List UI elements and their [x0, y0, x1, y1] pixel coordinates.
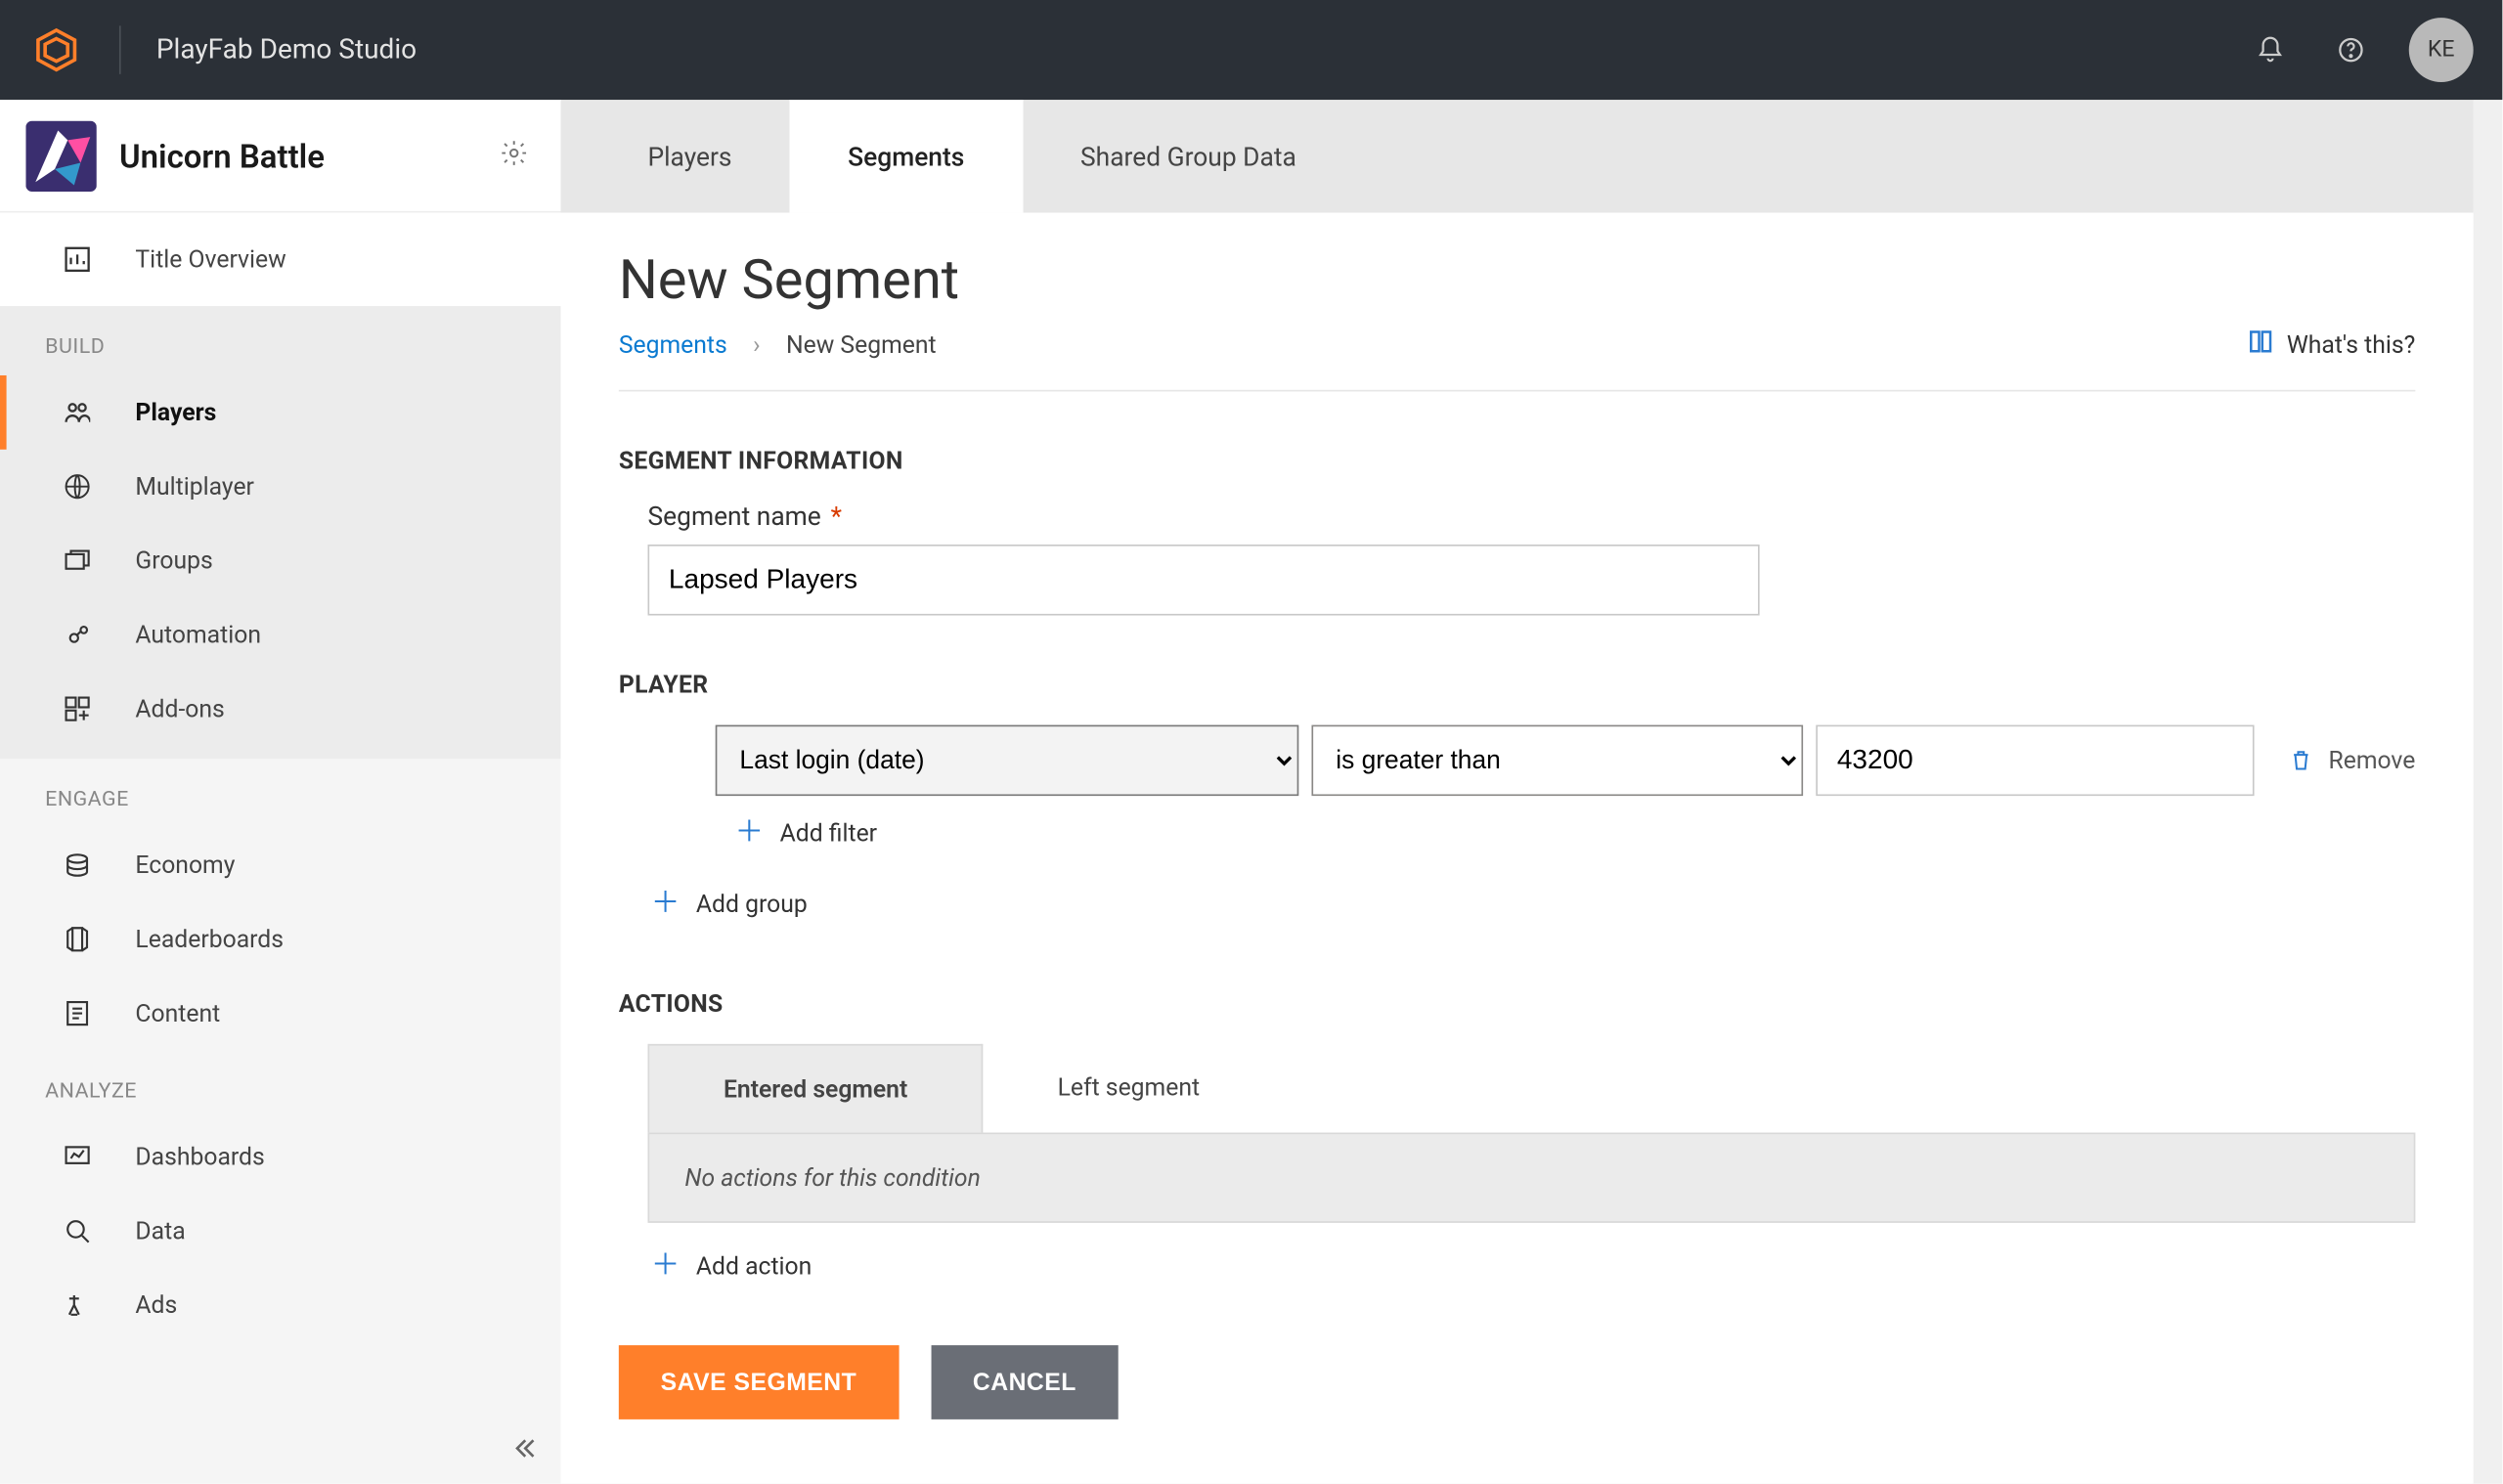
segment-info-heading: SEGMENT INFORMATION — [619, 446, 2416, 475]
sidebar-item-label: Leaderboards — [135, 925, 284, 954]
sidebar-item-economy[interactable]: Economy — [0, 828, 561, 902]
sidebar-item-ads[interactable]: Ads — [0, 1268, 561, 1342]
sidebar-item-label: Automation — [135, 620, 261, 649]
segment-name-label: Segment name * — [647, 502, 2415, 532]
player-heading: PLAYER — [619, 671, 2416, 700]
sidebar-item-label: Content — [135, 999, 220, 1028]
sidebar-section-engage: ENGAGE — [0, 759, 561, 828]
add-filter-button[interactable]: ＋ Add filter — [734, 818, 2415, 848]
automation-icon — [58, 622, 97, 647]
vertical-scrollbar[interactable] — [2474, 100, 2503, 1484]
sidebar-item-label: Players — [135, 398, 216, 427]
title-selector[interactable]: Unicorn Battle — [0, 100, 561, 212]
cancel-button[interactable]: CANCEL — [931, 1345, 1119, 1419]
remove-label: Remove — [2328, 746, 2415, 775]
addons-icon — [58, 696, 97, 721]
plus-icon: ＋ — [734, 818, 764, 848]
remove-filter-button[interactable]: Remove — [2290, 746, 2415, 775]
multiplayer-icon — [58, 474, 97, 500]
actions-heading: ACTIONS — [619, 989, 2416, 1019]
players-icon — [58, 400, 97, 425]
sidebar-item-data[interactable]: Data — [0, 1194, 561, 1268]
sidebar-item-players[interactable]: Players — [0, 375, 561, 450]
add-group-label: Add group — [696, 890, 808, 919]
segment-name-input[interactable] — [647, 545, 1759, 616]
action-tabs: Entered segment Left segment — [647, 1044, 2415, 1133]
sidebar-item-label: Ads — [135, 1290, 177, 1320]
sidebar-item-content[interactable]: Content — [0, 977, 561, 1051]
filter-field-select[interactable]: Last login (date) — [716, 725, 1299, 797]
breadcrumb: Segments › New Segment — [619, 330, 937, 360]
sidebar-item-addons[interactable]: Add-ons — [0, 672, 561, 746]
notifications-icon[interactable] — [2238, 18, 2303, 82]
sidebar-item-label: Data — [135, 1216, 185, 1245]
trash-icon — [2290, 749, 2312, 771]
add-action-label: Add action — [696, 1251, 812, 1281]
breadcrumb-current: New Segment — [786, 330, 937, 360]
add-group-button[interactable]: ＋ Add group — [651, 890, 2416, 919]
tab-bar: Players Segments Shared Group Data — [561, 100, 2474, 212]
gear-icon[interactable] — [500, 138, 529, 173]
sidebar-item-label: Add-ons — [135, 694, 224, 723]
page-title: New Segment — [619, 248, 2416, 313]
top-bar: PlayFab Demo Studio KE — [0, 0, 2502, 100]
sidebar-section-analyze: ANALYZE — [0, 1050, 561, 1119]
sidebar-item-groups[interactable]: Groups — [0, 524, 561, 598]
filter-operator-select[interactable]: is greater than — [1312, 725, 1804, 797]
sidebar: Unicorn Battle Title Overview BUILD Play… — [0, 100, 561, 1484]
tab-entered-segment[interactable]: Entered segment — [647, 1044, 983, 1133]
help-icon[interactable] — [2318, 18, 2383, 82]
collapse-sidebar-icon[interactable] — [512, 1435, 538, 1467]
sidebar-item-label: Groups — [135, 546, 212, 576]
chevron-right-icon: › — [753, 330, 760, 360]
breadcrumb-segments-link[interactable]: Segments — [619, 330, 727, 360]
sidebar-item-automation[interactable]: Automation — [0, 597, 561, 672]
ads-icon — [58, 1292, 97, 1318]
whats-this-label: What's this? — [2287, 330, 2416, 360]
sidebar-item-label: Economy — [135, 851, 235, 880]
sidebar-item-label: Multiplayer — [135, 472, 254, 502]
divider — [119, 25, 121, 73]
plus-icon: ＋ — [651, 890, 681, 919]
plus-icon: ＋ — [651, 1251, 681, 1281]
add-filter-label: Add filter — [780, 818, 877, 848]
sidebar-item-label: Title Overview — [135, 244, 285, 274]
sidebar-item-leaderboards[interactable]: Leaderboards — [0, 902, 561, 977]
filter-row: Last login (date) is greater than Remove — [716, 725, 2416, 797]
tab-segments[interactable]: Segments — [790, 100, 1023, 212]
save-segment-button[interactable]: SAVE SEGMENT — [619, 1345, 899, 1419]
book-icon — [2248, 328, 2273, 361]
dashboards-icon — [58, 1144, 97, 1169]
filter-value-input[interactable] — [1816, 725, 2254, 797]
content-icon — [58, 1000, 97, 1026]
groups-icon — [58, 547, 97, 573]
add-action-button[interactable]: ＋ Add action — [651, 1251, 2416, 1281]
sidebar-section-build: BUILD — [0, 306, 561, 375]
sidebar-item-dashboards[interactable]: Dashboards — [0, 1119, 561, 1194]
leaderboards-icon — [58, 927, 97, 952]
tab-players[interactable]: Players — [590, 100, 790, 212]
user-avatar[interactable]: KE — [2409, 18, 2474, 82]
tab-shared-group-data[interactable]: Shared Group Data — [1023, 100, 1354, 212]
economy-icon — [58, 852, 97, 878]
sidebar-item-label: Dashboards — [135, 1142, 264, 1171]
tab-left-segment[interactable]: Left segment — [984, 1044, 1274, 1133]
actions-empty-state: No actions for this condition — [647, 1133, 2415, 1223]
playfab-logo-icon[interactable] — [29, 22, 84, 77]
sidebar-item-multiplayer[interactable]: Multiplayer — [0, 450, 561, 524]
overview-icon — [58, 246, 97, 272]
title-icon — [25, 120, 97, 192]
content-area: New Segment Segments › New Segment What'… — [561, 213, 2474, 1484]
sidebar-item-title-overview[interactable]: Title Overview — [0, 222, 561, 296]
title-name: Unicorn Battle — [119, 136, 500, 175]
studio-name[interactable]: PlayFab Demo Studio — [156, 34, 417, 66]
main-panel: Players Segments Shared Group Data New S… — [561, 100, 2474, 1484]
data-icon — [58, 1218, 97, 1244]
whats-this-link[interactable]: What's this? — [2248, 328, 2415, 361]
